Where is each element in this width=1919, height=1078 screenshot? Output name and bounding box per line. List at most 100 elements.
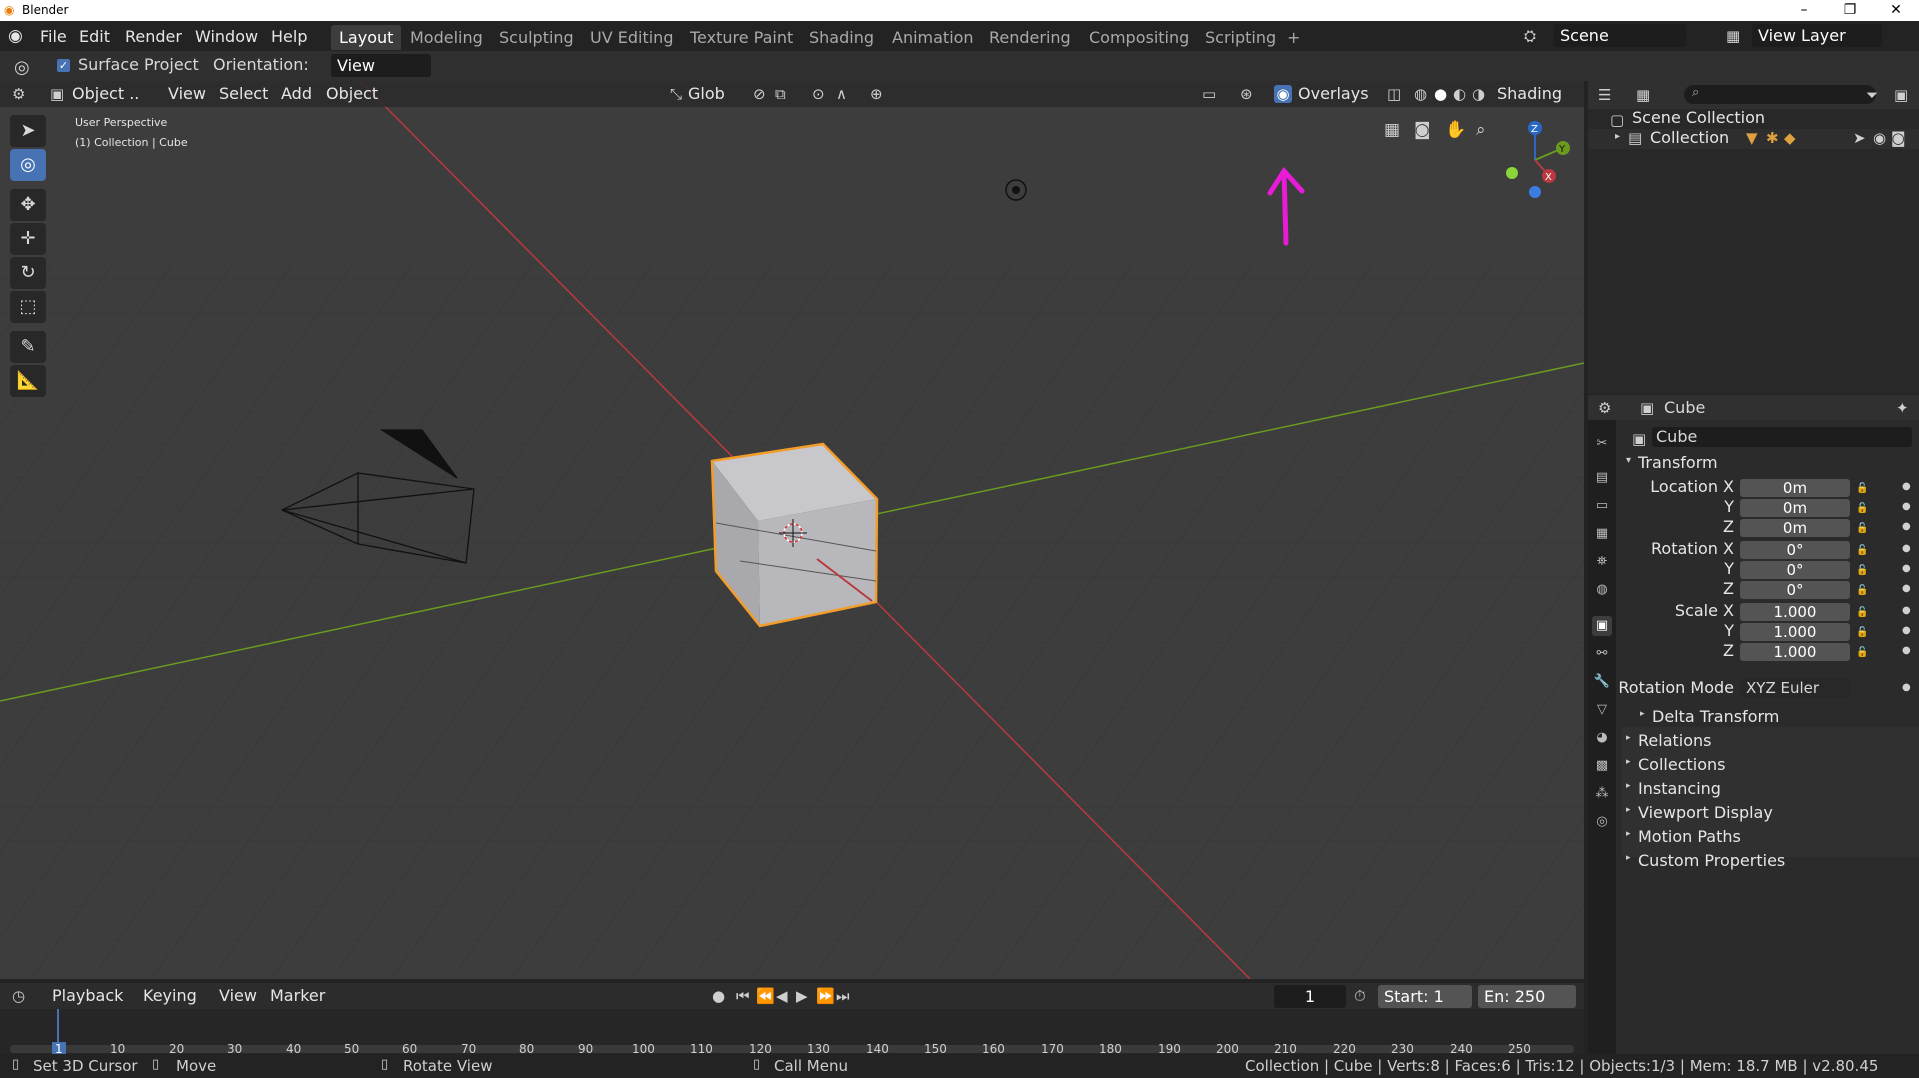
rotation-y-field[interactable]: 0° bbox=[1740, 561, 1850, 579]
collapse-arrow-icon[interactable]: ▾ bbox=[1626, 455, 1631, 466]
viewport-visibility-icon[interactable]: ▭ bbox=[1202, 85, 1216, 103]
move-tool-icon[interactable]: ✥ bbox=[10, 189, 46, 221]
object-data-tab-icon[interactable]: ▽ bbox=[1592, 700, 1612, 720]
rotation-x-field[interactable]: 0° bbox=[1740, 541, 1850, 559]
jump-start-icon[interactable]: ⏮ bbox=[736, 987, 750, 1005]
orientation-select[interactable]: View bbox=[331, 54, 431, 77]
falloff-icon[interactable]: ∧ bbox=[836, 85, 847, 103]
output-tab-icon[interactable]: ▭ bbox=[1592, 496, 1612, 516]
texture-tab-icon[interactable]: ▩ bbox=[1592, 756, 1612, 776]
physics-tab-icon[interactable]: ◎ bbox=[1592, 812, 1612, 832]
overlays-toggle-icon[interactable]: ◉ bbox=[1274, 85, 1292, 103]
camera-view-icon[interactable]: ◙ bbox=[1414, 120, 1431, 140]
lock-icon[interactable]: 🔓 bbox=[1856, 503, 1868, 514]
timeline-area[interactable]: 1 10 20 30 40 50 60 70 80 90 100 110 120… bbox=[0, 1009, 1584, 1056]
scene-collection-label[interactable]: Scene Collection bbox=[1632, 108, 1765, 127]
location-x-field[interactable]: 0m bbox=[1740, 479, 1850, 497]
pin-icon[interactable]: ✦ bbox=[1896, 399, 1909, 417]
menu-keying[interactable]: Keying bbox=[143, 986, 197, 1005]
scale-z-field[interactable]: 1.000 bbox=[1740, 643, 1850, 661]
tab-texture-paint[interactable]: Texture Paint bbox=[682, 25, 801, 50]
proportional-mode-icon[interactable]: ⊕ bbox=[870, 85, 883, 103]
expand-arrow-icon[interactable]: ▸ bbox=[1615, 131, 1620, 142]
blender-menu-icon[interactable]: ◉ bbox=[8, 26, 23, 46]
expand-arrow-icon[interactable]: ▸ bbox=[1626, 733, 1631, 743]
wireframe-shading-icon[interactable]: ◍ bbox=[1414, 85, 1427, 103]
location-y-field[interactable]: 0m bbox=[1740, 499, 1850, 517]
menu-object[interactable]: Object bbox=[326, 84, 378, 103]
properties-editor-icon[interactable]: ⚙ bbox=[1598, 399, 1611, 417]
snap-icon[interactable]: ⧉ bbox=[775, 85, 786, 103]
3d-viewport[interactable]: Z Y X bbox=[0, 81, 1584, 979]
transform-title[interactable]: Transform bbox=[1638, 453, 1718, 472]
gizmo-toggle-icon[interactable]: ⊛ bbox=[1240, 85, 1253, 103]
relations-section[interactable]: Relations bbox=[1638, 731, 1711, 750]
keyframe-dot-icon[interactable]: ● bbox=[1902, 501, 1911, 512]
current-frame-field[interactable]: 1 bbox=[1274, 985, 1346, 1008]
tab-modeling[interactable]: Modeling bbox=[402, 25, 491, 50]
scene-tab-icon[interactable]: ⛯ bbox=[1592, 552, 1612, 572]
view-layer-field[interactable]: View Layer bbox=[1752, 24, 1882, 47]
outliner-editor-icon[interactable]: ☰ bbox=[1598, 86, 1611, 104]
jump-end-icon[interactable]: ⏭ bbox=[836, 987, 850, 1005]
menu-window[interactable]: Window bbox=[189, 25, 264, 48]
end-frame-field[interactable]: En: 250 bbox=[1478, 985, 1576, 1008]
delta-transform-section[interactable]: Delta Transform bbox=[1652, 707, 1779, 726]
tab-sculpting[interactable]: Sculpting bbox=[491, 25, 582, 50]
lock-icon[interactable]: 🔓 bbox=[1856, 585, 1868, 596]
scale-x-field[interactable]: 1.000 bbox=[1740, 603, 1850, 621]
start-frame-field[interactable]: Start: 1 bbox=[1378, 985, 1472, 1008]
annotate-tool-icon[interactable]: ✎ bbox=[10, 331, 46, 363]
viewport-display-section[interactable]: Viewport Display bbox=[1638, 803, 1773, 822]
scale-tool-icon[interactable]: ⬚ bbox=[10, 291, 46, 323]
menu-file[interactable]: File bbox=[34, 25, 73, 48]
lock-icon[interactable]: 🔓 bbox=[1856, 483, 1868, 494]
scale-y-field[interactable]: 1.000 bbox=[1740, 623, 1850, 641]
add-workspace-button[interactable]: + bbox=[1279, 25, 1308, 50]
menu-select[interactable]: Select bbox=[219, 84, 268, 103]
rotation-z-field[interactable]: 0° bbox=[1740, 581, 1850, 599]
clock-icon[interactable]: ⏱ bbox=[1354, 987, 1366, 1005]
timeline-editor-icon[interactable]: ◷ bbox=[12, 987, 25, 1005]
close-button[interactable]: ✕ bbox=[1873, 0, 1919, 21]
minimize-button[interactable]: – bbox=[1781, 0, 1827, 21]
surface-project-checkbox[interactable]: ✓ bbox=[57, 59, 70, 72]
measure-tool-icon[interactable]: 📐 bbox=[10, 365, 46, 397]
proportional-icon[interactable]: ⊙ bbox=[812, 85, 825, 103]
xray-toggle-icon[interactable]: ◫ bbox=[1387, 85, 1401, 103]
filter-icon[interactable]: ⏷ bbox=[1866, 86, 1878, 104]
menu-view[interactable]: View bbox=[168, 84, 206, 103]
visibility-eye-icon[interactable]: ◉ bbox=[1873, 129, 1886, 147]
lock-icon[interactable]: 🔓 bbox=[1856, 545, 1868, 556]
instancing-section[interactable]: Instancing bbox=[1638, 779, 1721, 798]
object-tab-icon[interactable]: ▣ bbox=[1592, 616, 1612, 636]
render-tab-icon[interactable]: ▤ bbox=[1592, 468, 1612, 488]
view-layer-tab-icon[interactable]: ▦ bbox=[1592, 524, 1612, 544]
modifiers-tab-icon[interactable]: 🔧 bbox=[1592, 672, 1612, 692]
motion-paths-section[interactable]: Motion Paths bbox=[1638, 827, 1741, 846]
collection-label[interactable]: Collection bbox=[1650, 128, 1729, 147]
expand-arrow-icon[interactable]: ▸ bbox=[1626, 853, 1631, 863]
custom-properties-section[interactable]: Custom Properties bbox=[1638, 851, 1785, 870]
translate-tool-icon[interactable]: ✛ bbox=[10, 223, 46, 255]
render-camera-icon[interactable]: ◙ bbox=[1891, 129, 1906, 147]
pivot-icon[interactable]: ⊘ bbox=[753, 85, 766, 103]
play-reverse-icon[interactable]: ◀ bbox=[776, 987, 788, 1005]
rendered-shading-icon[interactable]: ◑ bbox=[1472, 85, 1485, 103]
next-keyframe-icon[interactable]: ⏩ bbox=[816, 987, 835, 1005]
keyframe-dot-icon[interactable]: ● bbox=[1902, 583, 1911, 594]
view-layer-icon[interactable]: ▦ bbox=[1726, 27, 1740, 45]
tab-animation[interactable]: Animation bbox=[884, 25, 982, 50]
collections-section[interactable]: Collections bbox=[1638, 755, 1725, 774]
world-tab-icon[interactable]: ◍ bbox=[1592, 580, 1612, 600]
shading-dropdown[interactable]: Shading bbox=[1497, 84, 1562, 103]
object-name-field[interactable]: Cube bbox=[1652, 427, 1912, 447]
toggle-camera-grid-icon[interactable]: ▦ bbox=[1384, 120, 1400, 140]
menu-help[interactable]: Help bbox=[265, 25, 313, 48]
menu-playback[interactable]: Playback bbox=[52, 986, 123, 1005]
keyframe-dot-icon[interactable]: ● bbox=[1902, 605, 1911, 616]
transform-orientation-select[interactable]: Glob bbox=[688, 84, 725, 103]
material-shading-icon[interactable]: ◐ bbox=[1453, 85, 1466, 103]
expand-arrow-icon[interactable]: ▸ bbox=[1626, 829, 1631, 839]
mode-select[interactable]: Object .. bbox=[72, 84, 139, 103]
